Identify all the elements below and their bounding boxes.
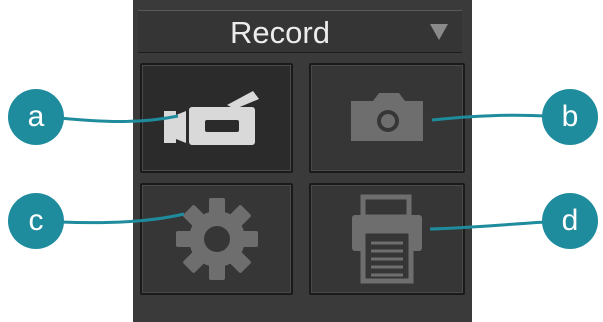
callout-c: c [8, 193, 64, 249]
callout-leader-lines [59, 113, 547, 231]
callout-d: d [542, 193, 598, 249]
callout-b: b [542, 89, 598, 145]
callout-a: a [8, 89, 64, 145]
